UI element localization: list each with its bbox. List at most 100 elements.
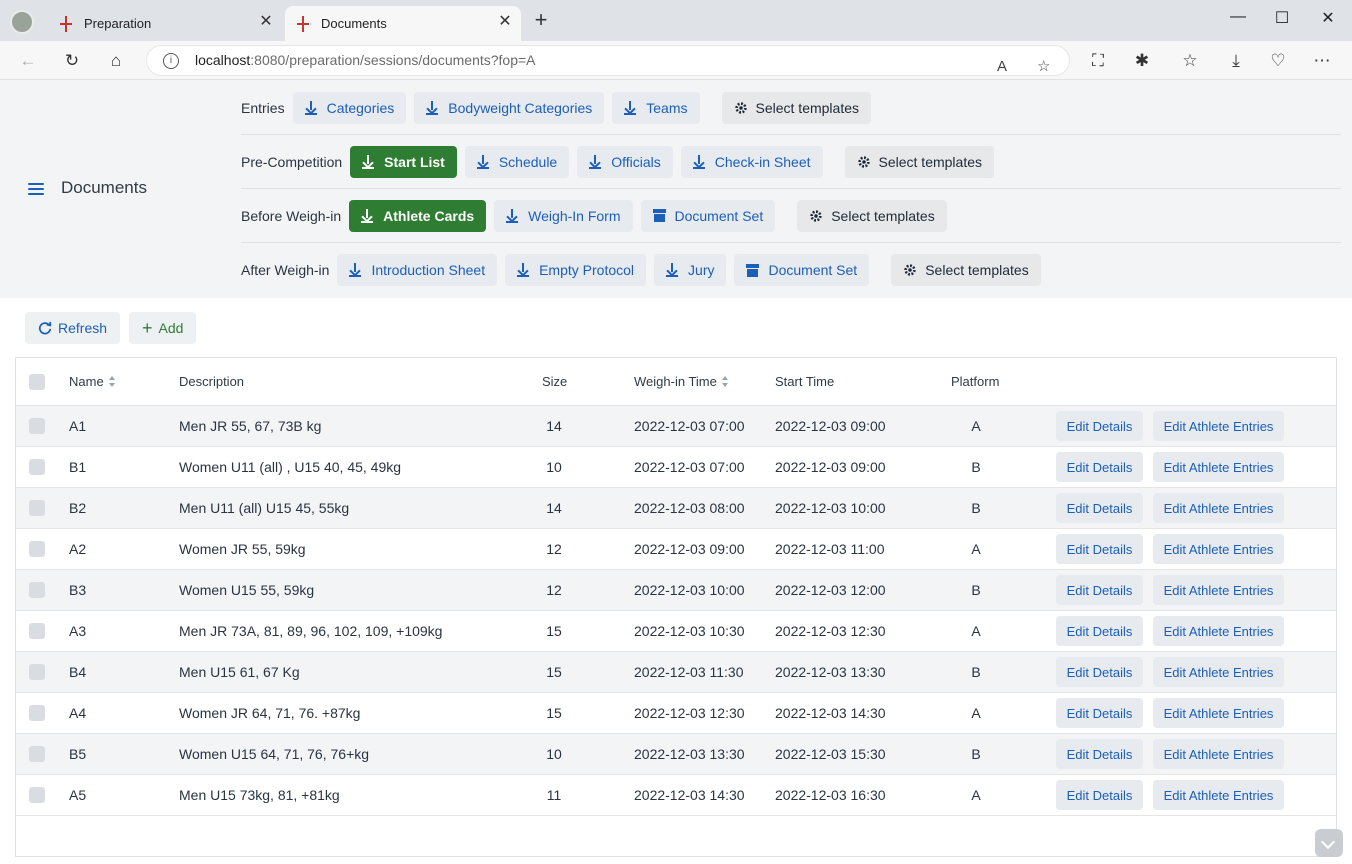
edit-athlete-entries-button[interactable]: Edit Athlete Entries <box>1153 657 1284 687</box>
document-set-button[interactable]: Document Set <box>640 199 776 232</box>
row-checkbox[interactable] <box>29 623 45 639</box>
cell-platform: B <box>971 746 981 762</box>
row-checkbox[interactable] <box>29 787 45 803</box>
row-checkbox[interactable] <box>29 746 45 762</box>
back-icon[interactable]: ← <box>18 51 38 71</box>
bodyweight-categories-download-button[interactable]: Bodyweight Categories <box>414 91 605 124</box>
new-tab-icon[interactable]: + <box>530 9 552 32</box>
cell-platform: A <box>971 787 981 803</box>
table-row[interactable]: B5 Women U15 64, 71, 76, 76+kg 10 2022-12-0… <box>16 734 1336 775</box>
row-checkbox[interactable] <box>29 459 45 475</box>
edit-details-button[interactable]: Edit Details <box>1056 534 1143 564</box>
favorites-icon[interactable]: ☆ <box>1180 51 1200 71</box>
sort-icon[interactable] <box>721 376 729 387</box>
browser-essentials-icon[interactable]: ♡ <box>1268 51 1288 71</box>
teams-download-button[interactable]: Teams <box>612 91 700 124</box>
reload-icon[interactable]: ↻ <box>62 51 82 71</box>
cell-platform: B <box>971 459 981 475</box>
edit-athlete-entries-button[interactable]: Edit Athlete Entries <box>1153 411 1284 441</box>
table-row[interactable]: A1 Men JR 55, 67, 73B kg 14 2022-12-03 07:0… <box>16 406 1336 447</box>
empty-protocol-download-button[interactable]: Empty Protocol <box>505 254 647 286</box>
introduction-sheet-download-button[interactable]: Introduction Sheet <box>337 254 498 286</box>
refresh-button[interactable]: Refresh <box>25 312 121 344</box>
start-list-download-button[interactable]: Start List <box>350 145 457 178</box>
edit-details-button[interactable]: Edit Details <box>1056 411 1143 441</box>
row-checkbox[interactable] <box>29 418 45 434</box>
site-info-icon[interactable]: i <box>163 53 179 69</box>
edit-athlete-entries-button[interactable]: Edit Athlete Entries <box>1153 739 1284 769</box>
row-checkbox[interactable] <box>29 664 45 680</box>
home-icon[interactable]: ⌂ <box>106 51 126 71</box>
button-label: Document Set <box>768 262 858 278</box>
cell-weigh-in-time: 2022-12-03 08:00 <box>634 500 745 516</box>
edit-athlete-entries-button[interactable]: Edit Athlete Entries <box>1153 698 1284 728</box>
table-row[interactable]: B1 Women U11 (all) , U15 40, 45, 49kg 10 20… <box>16 447 1336 488</box>
edit-athlete-entries-button[interactable]: Edit Athlete Entries <box>1153 493 1284 523</box>
row-checkbox[interactable] <box>29 582 45 598</box>
edit-athlete-entries-button[interactable]: Edit Athlete Entries <box>1153 616 1284 646</box>
row-checkbox[interactable] <box>29 705 45 721</box>
select-templates-button[interactable]: Select templates <box>797 199 947 232</box>
sort-icon[interactable] <box>108 376 116 387</box>
close-tab-icon[interactable]: ✕ <box>258 14 274 30</box>
table-row[interactable]: B2 Men U11 (all) U15 45, 55kg 14 2022-12-03… <box>16 488 1336 529</box>
gear-icon <box>904 264 916 276</box>
edit-details-button[interactable]: Edit Details <box>1056 493 1143 523</box>
download-icon <box>692 154 705 169</box>
officials-download-button[interactable]: Officials <box>577 145 673 178</box>
edit-athlete-entries-button[interactable]: Edit Athlete Entries <box>1153 780 1284 810</box>
jury-download-button[interactable]: Jury <box>654 254 727 286</box>
url-field[interactable]: i localhost:8080/preparation/sessions/do… <box>146 45 1070 76</box>
entries-row: Entries Categories Bodyweight Categories… <box>241 81 1341 135</box>
edit-athlete-entries-button[interactable]: Edit Athlete Entries <box>1153 575 1284 605</box>
maximize-icon[interactable]: ☐ <box>1268 8 1296 28</box>
select-templates-button[interactable]: Select templates <box>721 91 871 124</box>
table-row[interactable]: A3 Men JR 73A, 81, 89, 96, 102, 109, +109… <box>16 611 1336 652</box>
app-favicon-icon <box>58 15 74 32</box>
schedule-download-button[interactable]: Schedule <box>464 145 570 178</box>
row-checkbox[interactable] <box>29 500 45 516</box>
edit-details-button[interactable]: Edit Details <box>1056 452 1143 482</box>
screenshot-icon[interactable]: ⛶ <box>1088 51 1108 71</box>
select-templates-button[interactable]: Select templates <box>891 254 1041 286</box>
favorite-star-icon[interactable]: ☆ <box>1037 52 1050 81</box>
window-close-icon[interactable]: ✕ <box>1314 8 1342 28</box>
column-name[interactable]: Name <box>69 374 116 389</box>
edit-details-button[interactable]: Edit Details <box>1056 657 1143 687</box>
check-in-sheet-download-button[interactable]: Check-in Sheet <box>680 145 823 178</box>
menu-icon[interactable] <box>28 183 44 197</box>
table-row[interactable]: B3 Women U15 55, 59kg 12 2022-12-03 10:00 20… <box>16 570 1336 611</box>
table-row[interactable]: A2 Women JR 55, 59kg 12 2022-12-03 09:00 202… <box>16 529 1336 570</box>
table-row[interactable]: A4 Women JR 64, 71, 76. +87kg 15 2022-12-03… <box>16 693 1336 734</box>
close-tab-icon[interactable]: ✕ <box>497 14 513 30</box>
edit-athlete-entries-button[interactable]: Edit Athlete Entries <box>1153 452 1284 482</box>
edit-details-button[interactable]: Edit Details <box>1056 616 1143 646</box>
dev-tools-toggle-icon[interactable] <box>1315 829 1343 857</box>
row-checkbox[interactable] <box>29 541 45 557</box>
edit-athlete-entries-button[interactable]: Edit Athlete Entries <box>1153 534 1284 564</box>
more-menu-icon[interactable]: ⋯ <box>1312 51 1332 71</box>
edit-details-button[interactable]: Edit Details <box>1056 780 1143 810</box>
add-button[interactable]: + Add <box>129 312 197 344</box>
browser-tab-documents[interactable]: Documents ✕ <box>285 6 521 41</box>
column-weigh-in-time[interactable]: Weigh-in Time <box>634 374 729 389</box>
downloads-icon[interactable]: ⤓ <box>1226 51 1246 71</box>
athlete-cards-download-button[interactable]: Athlete Cards <box>349 199 487 232</box>
profile-icon[interactable] <box>10 10 34 34</box>
table-row[interactable]: A5 Men U15 73kg, 81, +81kg 11 2022-12-03 14… <box>16 775 1336 816</box>
edit-details-button[interactable]: Edit Details <box>1056 698 1143 728</box>
button-label: Bodyweight Categories <box>448 99 593 116</box>
browser-tab-preparation[interactable]: Preparation ✕ <box>48 6 282 41</box>
minimize-icon[interactable]: — <box>1224 8 1252 28</box>
table-row[interactable]: B4 Men U15 61, 67 Kg 15 2022-12-03 11:30 202… <box>16 652 1336 693</box>
edit-details-button[interactable]: Edit Details <box>1056 575 1143 605</box>
categories-download-button[interactable]: Categories <box>292 91 407 124</box>
edit-details-button[interactable]: Edit Details <box>1056 739 1143 769</box>
cell-description: Men U15 61, 67 Kg <box>179 664 300 680</box>
weigh-in-form-download-button[interactable]: Weigh-In Form <box>494 199 633 232</box>
read-aloud-icon[interactable]: A <box>997 52 1007 81</box>
extensions-icon[interactable]: ✱ <box>1132 51 1152 71</box>
select-all-checkbox[interactable] <box>29 374 45 390</box>
document-set-button[interactable]: Document Set <box>734 254 870 286</box>
select-templates-button[interactable]: Select templates <box>844 145 994 178</box>
